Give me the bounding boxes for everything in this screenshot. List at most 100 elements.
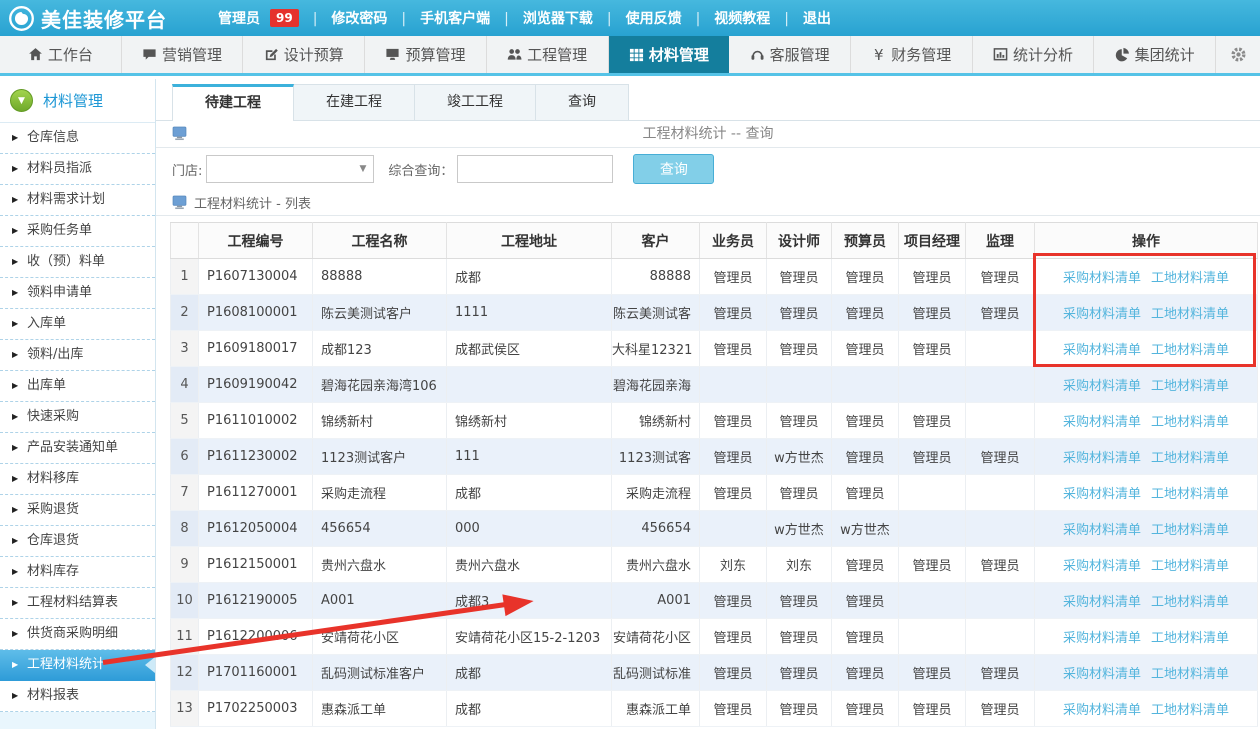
cell-project-manager: 管理员 (899, 691, 966, 727)
action-link-工地材料清单[interactable]: 工地材料清单 (1151, 559, 1229, 574)
action-link-采购材料清单[interactable]: 采购材料清单 (1063, 703, 1141, 718)
triangle-right-icon: ▶ (12, 247, 18, 277)
nav-item-统计分析[interactable]: 统计分析 (973, 36, 1095, 73)
sidebar-item[interactable]: ▶产品安装通知单 (0, 433, 155, 464)
sidebar-item[interactable]: ▶材料需求计划 (0, 185, 155, 216)
sidebar-item[interactable]: ▶采购任务单 (0, 216, 155, 247)
sidebar-item[interactable]: ▶供货商采购明细 (0, 619, 155, 650)
sidebar-item[interactable]: ▶仓库退货 (0, 526, 155, 557)
grid-icon (629, 47, 644, 62)
nav-item-预算管理[interactable]: 预算管理 (365, 36, 487, 73)
sidebar-item[interactable]: ▶材料库存 (0, 557, 155, 588)
triangle-right-icon: ▶ (12, 371, 18, 401)
monitor-icon (385, 47, 400, 62)
cell-project-address: 成都3 (447, 583, 612, 619)
cell-customer: 锦绣新村 (612, 403, 700, 439)
action-link-采购材料清单[interactable]: 采购材料清单 (1063, 487, 1141, 502)
nav-item-财务管理[interactable]: ¥财务管理 (851, 36, 973, 73)
store-select[interactable]: ▼ (206, 155, 374, 183)
keyword-input[interactable] (457, 155, 613, 183)
topbar-link[interactable]: 手机客户端 (420, 11, 490, 27)
triangle-right-icon: ▶ (12, 216, 18, 246)
topbar-link[interactable]: 视频教程 (714, 11, 770, 27)
sidebar-item[interactable]: ▶收（预）料单 (0, 247, 155, 278)
search-button[interactable]: 查询 (633, 154, 714, 184)
topbar-link[interactable]: 修改密码 (331, 11, 387, 27)
action-link-工地材料清单[interactable]: 工地材料清单 (1151, 523, 1229, 538)
nav-item-材料管理[interactable]: 材料管理 (609, 36, 730, 73)
cell-supervisor (966, 475, 1035, 511)
home-icon (28, 47, 43, 62)
tab-竣工工程[interactable]: 竣工工程 (415, 84, 536, 120)
settings-button[interactable] (1216, 36, 1260, 73)
cell-designer: 管理员 (767, 691, 832, 727)
action-link-采购材料清单[interactable]: 采购材料清单 (1063, 271, 1141, 286)
cell-budgeter: 管理员 (832, 403, 899, 439)
cell-project-address: 成都 (447, 475, 612, 511)
action-link-采购材料清单[interactable]: 采购材料清单 (1063, 523, 1141, 538)
action-link-工地材料清单[interactable]: 工地材料清单 (1151, 307, 1229, 322)
topbar-link[interactable]: 退出 (803, 11, 831, 27)
sidebar-item[interactable]: ▶材料员指派 (0, 154, 155, 185)
topbar-link[interactable]: 使用反馈 (626, 11, 682, 27)
top-bar: 美佳装修平台 管理员 99 |修改密码|手机客户端|浏览器下载|使用反馈|视频教… (0, 0, 1260, 36)
action-link-采购材料清单[interactable]: 采购材料清单 (1063, 415, 1141, 430)
sidebar-item[interactable]: ▶仓库信息 (0, 123, 155, 154)
action-link-采购材料清单[interactable]: 采购材料清单 (1063, 307, 1141, 322)
cell-actions: 采购材料清单工地材料清单 (1035, 439, 1258, 475)
sidebar-item[interactable]: ▶领料/出库 (0, 340, 155, 371)
sidebar-item[interactable]: ▶领料申请单 (0, 278, 155, 309)
cell-project-name: 乱码测试标准客户 (313, 655, 447, 691)
sidebar-header[interactable]: ▼ 材料管理 (0, 79, 155, 122)
action-link-采购材料清单[interactable]: 采购材料清单 (1063, 451, 1141, 466)
action-link-工地材料清单[interactable]: 工地材料清单 (1151, 631, 1229, 646)
sidebar-item[interactable]: ▶材料报表 (0, 681, 155, 712)
nav-item-营销管理[interactable]: 营销管理 (122, 36, 244, 73)
nav-item-客服管理[interactable]: 客服管理 (729, 36, 851, 73)
sidebar-item[interactable]: ▶出库单 (0, 371, 155, 402)
action-link-工地材料清单[interactable]: 工地材料清单 (1151, 595, 1229, 610)
action-link-工地材料清单[interactable]: 工地材料清单 (1151, 271, 1229, 286)
action-link-工地材料清单[interactable]: 工地材料清单 (1151, 487, 1229, 502)
cell-project-code: P1701160001 (199, 655, 313, 691)
action-link-采购材料清单[interactable]: 采购材料清单 (1063, 343, 1141, 358)
action-link-工地材料清单[interactable]: 工地材料清单 (1151, 703, 1229, 718)
cell-project-manager (899, 619, 966, 655)
tab-待建工程[interactable]: 待建工程 (172, 84, 294, 121)
tab-在建工程[interactable]: 在建工程 (294, 84, 415, 120)
sidebar-item[interactable]: ▶入库单 (0, 309, 155, 340)
action-link-采购材料清单[interactable]: 采购材料清单 (1063, 631, 1141, 646)
nav-item-设计预算[interactable]: 设计预算 (243, 36, 365, 73)
current-user[interactable]: 管理员 (218, 8, 260, 28)
cell-salesperson: 管理员 (700, 583, 767, 619)
action-link-采购材料清单[interactable]: 采购材料清单 (1063, 595, 1141, 610)
cell-budgeter: 管理员 (832, 547, 899, 583)
cell-designer: w方世杰 (767, 439, 832, 475)
notification-badge[interactable]: 99 (270, 9, 299, 27)
sidebar-item[interactable]: ▶工程材料结算表 (0, 588, 155, 619)
chat-icon (142, 47, 157, 62)
nav-item-工程管理[interactable]: 工程管理 (487, 36, 609, 73)
sidebar-item[interactable]: ▶材料移库 (0, 464, 155, 495)
action-link-采购材料清单[interactable]: 采购材料清单 (1063, 379, 1141, 394)
sidebar-item[interactable]: ▶工程材料统计 (0, 650, 155, 681)
action-link-采购材料清单[interactable]: 采购材料清单 (1063, 667, 1141, 682)
cell-budgeter: 管理员 (832, 475, 899, 511)
sidebar-item[interactable]: ▶快速采购 (0, 402, 155, 433)
topbar-link[interactable]: 浏览器下载 (523, 11, 593, 27)
cell-project-manager (899, 367, 966, 403)
action-link-工地材料清单[interactable]: 工地材料清单 (1151, 667, 1229, 682)
action-link-采购材料清单[interactable]: 采购材料清单 (1063, 559, 1141, 574)
action-link-工地材料清单[interactable]: 工地材料清单 (1151, 451, 1229, 466)
nav-item-工作台[interactable]: 工作台 (0, 36, 122, 73)
action-link-工地材料清单[interactable]: 工地材料清单 (1151, 379, 1229, 394)
tab-查询[interactable]: 查询 (536, 84, 629, 120)
nav-item-集团统计[interactable]: 集团统计 (1094, 36, 1216, 73)
action-link-工地材料清单[interactable]: 工地材料清单 (1151, 415, 1229, 430)
cell-project-code: P1611010002 (199, 403, 313, 439)
app-logo: 美佳装修平台 (0, 4, 218, 33)
cell-budgeter: 管理员 (832, 619, 899, 655)
sidebar-item[interactable]: ▶采购退货 (0, 495, 155, 526)
action-link-工地材料清单[interactable]: 工地材料清单 (1151, 343, 1229, 358)
cell-project-name: 陈云美测试客户 (313, 295, 447, 331)
